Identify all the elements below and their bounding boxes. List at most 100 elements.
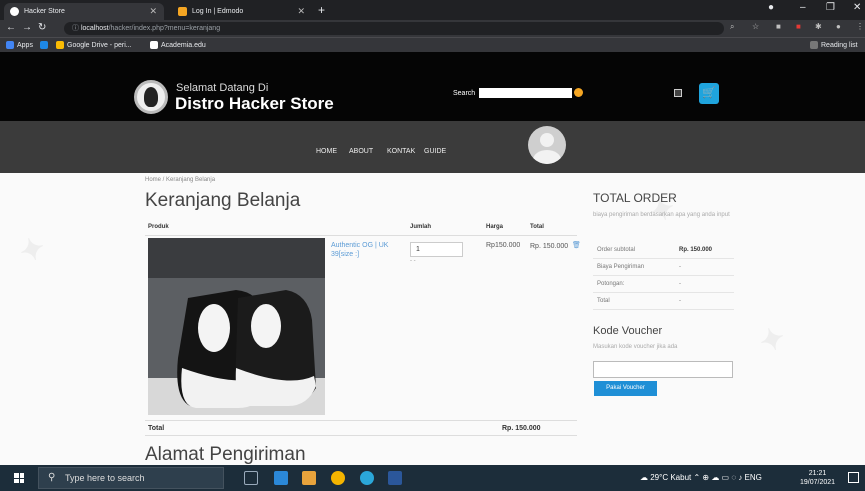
close-tab-icon[interactable]: ✕ bbox=[149, 6, 157, 17]
notification-icon[interactable] bbox=[848, 472, 859, 483]
welcome-text: Selamat Datang Di bbox=[176, 82, 269, 94]
product-name-link[interactable]: Authentic OG | UK 39[size :] bbox=[331, 241, 399, 259]
nav-about[interactable]: ABOUT bbox=[349, 148, 373, 155]
close-window-icon[interactable]: ✕ bbox=[853, 2, 861, 13]
main-navbar bbox=[0, 121, 865, 173]
tab-edmodo[interactable]: Log In | Edmodo ✕ bbox=[172, 3, 312, 20]
order-row-total: Total - bbox=[593, 293, 734, 310]
table-divider bbox=[145, 235, 577, 236]
order-summary-title: TOTAL ORDER bbox=[593, 191, 677, 205]
url-path: /hacker/index.php?menu=keranjang bbox=[108, 25, 221, 32]
chrome-icon[interactable] bbox=[331, 471, 345, 485]
tab-hacker-store[interactable]: Hacker Store ✕ bbox=[4, 3, 164, 20]
reading-list-label: Reading list bbox=[821, 41, 858, 49]
store-app-icon[interactable] bbox=[302, 471, 316, 485]
hacker-mask-logo[interactable] bbox=[134, 80, 168, 114]
edmodo-icon bbox=[40, 41, 48, 49]
clock[interactable]: 21:21 19/07/2021 bbox=[800, 469, 835, 487]
browser-toolbar: ← → ↻ ⓘ localhost/hacker/index.php?menu=… bbox=[0, 20, 865, 37]
extension-icon[interactable]: ■ bbox=[776, 22, 781, 31]
bookmark-apps[interactable]: Apps bbox=[6, 41, 33, 49]
bookmark-star-icon[interactable]: ☆ bbox=[752, 22, 759, 31]
order-note: biaya pengiriman berdasarkan apa yang an… bbox=[593, 212, 730, 218]
column-header-total: Total bbox=[530, 224, 544, 230]
trash-icon[interactable]: 🗑 bbox=[572, 241, 581, 249]
file-explorer-icon[interactable] bbox=[274, 471, 288, 485]
column-header-jumlah: Jumlah bbox=[410, 224, 432, 230]
site-header bbox=[0, 52, 865, 121]
avatar[interactable] bbox=[528, 126, 566, 164]
cart-icon[interactable]: 🛒 bbox=[699, 83, 719, 104]
page-title: Keranjang Belanja bbox=[145, 190, 301, 211]
tab-title: Log In | Edmodo bbox=[192, 8, 244, 15]
extensions-puzzle-icon[interactable]: ✱ bbox=[815, 22, 822, 31]
user-menu-icon[interactable] bbox=[674, 89, 682, 97]
address-bar[interactable]: ⓘ localhost/hacker/index.php?menu=keranj… bbox=[64, 22, 724, 35]
edmodo-favicon-icon bbox=[178, 7, 187, 16]
order-row-value: - bbox=[679, 298, 681, 304]
language-indicator[interactable]: ENG bbox=[745, 473, 762, 482]
voucher-title: Kode Voucher bbox=[593, 325, 663, 337]
order-row-shipping: Biaya Pengiriman - bbox=[593, 259, 734, 276]
task-view-icon[interactable] bbox=[244, 471, 258, 485]
reading-list[interactable]: Reading list bbox=[810, 41, 858, 49]
footer-total-value: Rp. 150.000 bbox=[502, 425, 541, 432]
site-favicon-icon bbox=[10, 7, 19, 16]
forward-icon[interactable]: → bbox=[22, 22, 32, 33]
profile-icon[interactable]: ● bbox=[768, 2, 774, 13]
quantity-note: - - bbox=[410, 258, 416, 264]
table-divider bbox=[145, 420, 577, 421]
menu-kebab-icon[interactable]: ⋮ bbox=[856, 22, 864, 31]
search-button[interactable] bbox=[574, 88, 583, 97]
column-header-produk: Produk bbox=[148, 224, 169, 230]
apps-grid-icon bbox=[6, 41, 14, 49]
nav-kontak[interactable]: KONTAK bbox=[387, 148, 415, 155]
clock-date: 19/07/2021 bbox=[800, 479, 836, 486]
bookmark-google-drive[interactable]: Google Drive - peri... bbox=[56, 41, 132, 49]
search-label: Search bbox=[453, 90, 476, 97]
footer-total-label: Total bbox=[148, 425, 165, 432]
extension-red-icon[interactable]: ■ bbox=[796, 22, 801, 31]
quantity-input[interactable] bbox=[410, 242, 463, 257]
column-header-harga: Harga bbox=[486, 224, 504, 230]
store-name[interactable]: Distro Hacker Store bbox=[175, 94, 334, 114]
nav-guide[interactable]: GUIDE bbox=[424, 148, 446, 155]
site-info-icon[interactable]: ⓘ bbox=[72, 25, 79, 32]
back-icon[interactable]: ← bbox=[6, 22, 16, 33]
order-row-value: - bbox=[679, 264, 681, 270]
taskbar-search[interactable]: ⚲ Type here to search bbox=[38, 467, 224, 489]
taskbar-search-placeholder: Type here to search bbox=[65, 473, 145, 483]
url-host: localhost bbox=[80, 25, 109, 32]
apply-voucher-button[interactable]: Pakai Voucher bbox=[594, 381, 657, 396]
minimize-icon[interactable]: – bbox=[800, 2, 806, 13]
bookmark-label: Apps bbox=[17, 41, 33, 49]
reload-icon[interactable]: ↻ bbox=[38, 22, 46, 33]
breadcrumb[interactable]: Home / Keranjang Belanja bbox=[145, 177, 215, 183]
order-row-value: - bbox=[679, 281, 681, 287]
windows-start-icon[interactable] bbox=[14, 473, 24, 483]
nav-home[interactable]: HOME bbox=[316, 148, 337, 155]
weather-text: 29°C Kabut bbox=[650, 473, 692, 482]
background-watermark: ✦ bbox=[755, 320, 790, 361]
windows-taskbar: ⚲ Type here to search ☁ 29°C Kabut ⌃ ⊕ ☁… bbox=[0, 465, 865, 491]
tray-overflow-icon[interactable]: ⌃ ⊕ ☁ ▭ ◌ ♪ bbox=[693, 473, 744, 482]
system-tray[interactable]: ☁ 29°C Kabut ⌃ ⊕ ☁ ▭ ◌ ♪ ENG bbox=[640, 473, 762, 482]
profile-avatar-icon[interactable]: ● bbox=[836, 22, 841, 31]
voucher-code-input[interactable] bbox=[593, 361, 733, 378]
maximize-icon[interactable]: ❐ bbox=[826, 2, 835, 13]
edge-icon[interactable] bbox=[360, 471, 374, 485]
voucher-note: Masukan kode voucher jika ada bbox=[593, 344, 678, 350]
weather-icon: ☁ bbox=[640, 473, 648, 482]
order-row-subtotal: Order subtotal Rp. 150.000 bbox=[593, 242, 734, 259]
order-row-label: Potongan: bbox=[597, 281, 625, 287]
bookmark-edmodo[interactable] bbox=[40, 41, 51, 49]
new-tab-button[interactable]: + bbox=[318, 3, 325, 17]
bookmark-academia[interactable]: Academia.edu bbox=[150, 41, 206, 49]
word-icon[interactable] bbox=[388, 471, 402, 485]
reading-list-icon bbox=[810, 41, 818, 49]
order-row-label: Order subtotal bbox=[597, 247, 636, 253]
zoom-icon[interactable]: ⌕ bbox=[730, 22, 734, 32]
search-input[interactable] bbox=[479, 88, 572, 98]
close-tab-icon[interactable]: ✕ bbox=[297, 6, 305, 17]
product-image[interactable] bbox=[148, 238, 325, 415]
